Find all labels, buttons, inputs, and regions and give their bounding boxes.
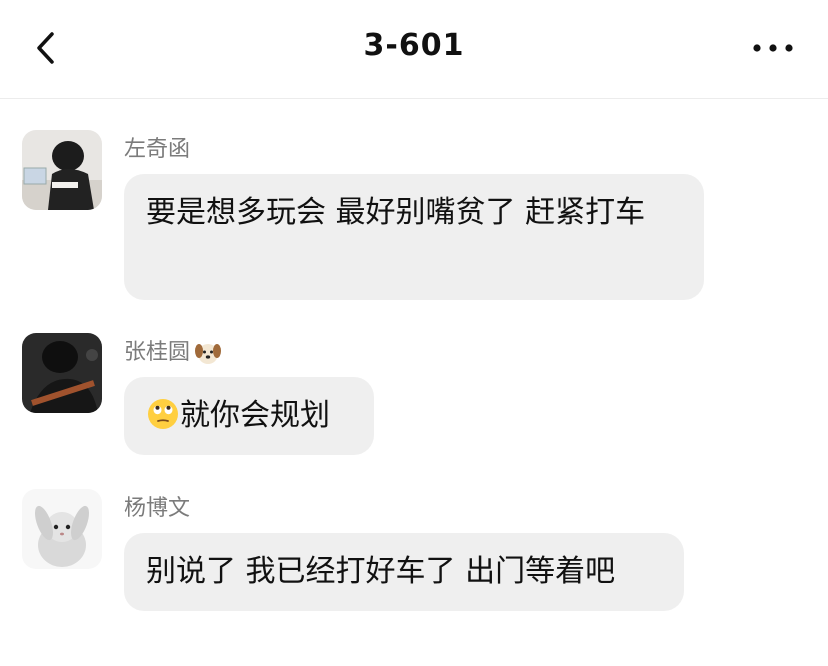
message-text: 就你会规划: [180, 398, 330, 433]
sender-name: 张桂圆: [124, 339, 222, 367]
sender-name: 左奇函: [124, 137, 191, 162]
message-text: 别说了 我已经打好车了 出门等着吧: [146, 554, 616, 589]
avatar[interactable]: [22, 130, 102, 210]
more-dots-icon: [753, 44, 793, 52]
more-options-button[interactable]: [748, 30, 798, 66]
sender-name: 杨博文: [124, 496, 191, 521]
message-bubble[interactable]: 要是想多玩会 最好别嘴贫了 赶紧打车: [124, 174, 704, 300]
avatar[interactable]: [22, 333, 102, 413]
face-with-rolling-eyes-icon: [148, 399, 178, 429]
dog-face-emoji-icon: [195, 344, 222, 364]
message-bubble[interactable]: 就你会规划: [124, 377, 374, 455]
message-bubble[interactable]: 别说了 我已经打好车了 出门等着吧: [124, 533, 684, 611]
chat-header: 3-601: [0, 0, 828, 99]
message-text: 要是想多玩会 最好别嘴贫了 赶紧打车: [146, 195, 646, 230]
avatar[interactable]: [22, 489, 102, 569]
chat-title: 3-601: [363, 28, 465, 63]
